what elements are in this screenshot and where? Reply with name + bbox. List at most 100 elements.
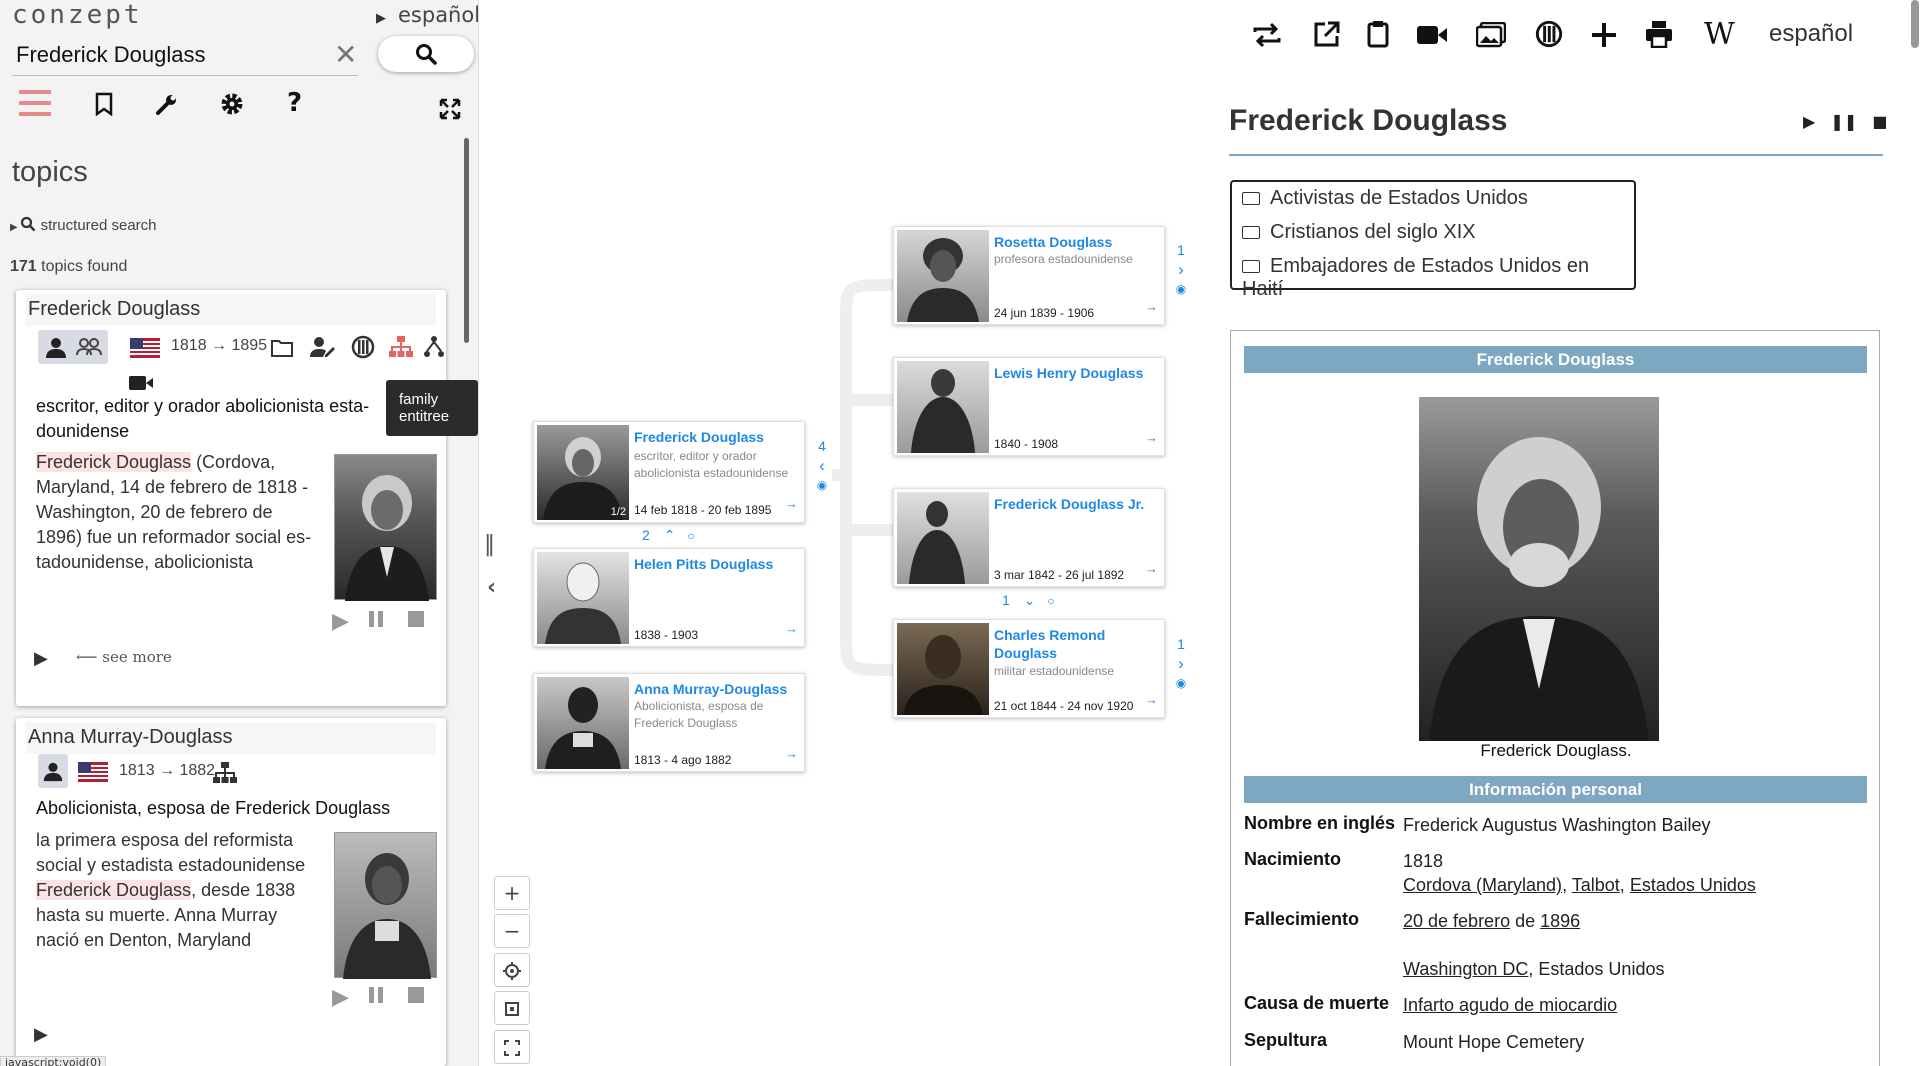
see-more-link[interactable]: ⟵ see more <box>76 648 172 666</box>
focus-icon[interactable]: ○ <box>1047 594 1054 608</box>
pause-icon[interactable] <box>367 986 385 1004</box>
external-link-icon[interactable] <box>1313 20 1341 48</box>
category-item[interactable]: Activistas de Estados Unidos <box>1242 187 1528 210</box>
photo-count-badge: 1/2 <box>610 506 626 518</box>
tree-node-child[interactable]: Charles Remond Douglass militar estadoun… <box>893 619 1165 718</box>
node-name[interactable]: Frederick Douglass Jr. <box>994 495 1159 513</box>
search-input[interactable] <box>12 36 322 74</box>
tree-node-spouse[interactable]: Anna Murray-Douglass Abolicionista, espo… <box>533 673 805 772</box>
collapse-children-icon[interactable]: ‹ <box>815 456 829 476</box>
help-icon[interactable]: ? <box>287 88 302 118</box>
infobox-link[interactable]: Washington DC <box>1403 959 1528 979</box>
tree-node-spouse[interactable]: Helen Pitts Douglass 1838 - 1903 → <box>533 548 805 647</box>
video-icon[interactable] <box>128 374 154 392</box>
wikipedia-icon[interactable]: W <box>1704 17 1735 52</box>
node-link-arrow[interactable]: → <box>1145 299 1158 314</box>
pause-icon[interactable]: ❚❚ <box>1830 112 1857 131</box>
topic-thumbnail[interactable] <box>334 454 437 601</box>
stop-icon[interactable] <box>407 986 425 1004</box>
topic-card-title[interactable]: Frederick Douglass <box>26 294 436 326</box>
zoom-out-button[interactable]: − <box>494 914 530 948</box>
topic-card-title[interactable]: Anna Murray-Douglass <box>26 722 436 754</box>
category-item[interactable]: Embajadores de Estados Unidos en Haití <box>1242 255 1634 301</box>
infobox-link[interactable]: Estados Unidos <box>1630 875 1756 895</box>
tree-node-child[interactable]: Lewis Henry Douglass 1840 - 1908 → <box>893 357 1165 456</box>
scrollbar[interactable] <box>464 138 469 343</box>
wikidata-icon[interactable] <box>1535 20 1563 48</box>
scrollbar[interactable] <box>1911 0 1919 48</box>
focus-icon[interactable]: ◉ <box>1174 676 1188 690</box>
focus-icon[interactable]: ◉ <box>815 478 829 492</box>
expand-children-icon[interactable]: › <box>1174 260 1188 280</box>
infobox-link[interactable]: 20 de febrero <box>1403 911 1510 931</box>
person-icon[interactable] <box>44 335 68 359</box>
stop-icon[interactable] <box>407 610 425 628</box>
expand-up-icon[interactable]: ⌃ <box>664 527 676 543</box>
node-name[interactable]: Helen Pitts Douglass <box>634 555 799 573</box>
left-split-handle[interactable]: ‖ <box>484 532 495 557</box>
language-selector[interactable]: ▶ español <box>376 3 478 27</box>
node-link-arrow[interactable]: → <box>785 496 798 511</box>
topic-thumbnail[interactable] <box>334 832 437 979</box>
node-link-arrow[interactable]: → <box>785 746 798 761</box>
hierarchy-icon[interactable] <box>212 762 238 784</box>
folder-icon[interactable] <box>270 338 294 358</box>
app-logo[interactable]: conzept <box>12 0 143 30</box>
tree-node-child[interactable]: Rosetta Douglass profesora estadounidens… <box>893 226 1165 325</box>
node-name[interactable]: Anna Murray-Douglass <box>634 680 799 698</box>
structured-search-toggle[interactable]: ▶ structured search <box>10 216 157 234</box>
node-name[interactable]: Frederick Douglass <box>634 428 799 446</box>
video-icon[interactable] <box>1416 24 1448 46</box>
play-icon[interactable]: ▶ <box>34 648 48 669</box>
infobox-link[interactable]: Infarto agudo de miocardio <box>1403 995 1617 1015</box>
search-button[interactable] <box>378 36 474 72</box>
wrench-icon[interactable] <box>155 92 179 116</box>
people-icon[interactable] <box>76 335 102 359</box>
collapse-left-icon[interactable]: ‹ <box>487 575 496 600</box>
fullscreen-button[interactable] <box>494 1030 530 1064</box>
tree-node-child[interactable]: Frederick Douglass Jr. 3 mar 1842 - 26 j… <box>893 488 1165 587</box>
node-link-arrow[interactable]: → <box>1145 692 1158 707</box>
clear-search-icon[interactable]: ✕ <box>334 38 357 71</box>
infobox-link[interactable]: Talbot <box>1572 875 1620 895</box>
print-icon[interactable] <box>1645 20 1673 48</box>
fullscreen-icon[interactable] <box>439 98 461 120</box>
node-link-arrow[interactable]: → <box>785 621 798 636</box>
expand-children-icon[interactable]: › <box>1174 654 1188 674</box>
pause-icon[interactable] <box>367 610 385 628</box>
infobox-link[interactable]: Cordova (Maryland) <box>1403 875 1562 895</box>
node-name[interactable]: Rosetta Douglass <box>994 233 1159 251</box>
fit-button[interactable] <box>494 991 530 1025</box>
menu-icon[interactable] <box>19 88 51 118</box>
stop-icon[interactable]: ■ <box>1872 112 1887 131</box>
zoom-in-button[interactable]: + <box>494 876 530 910</box>
expand-down-icon[interactable]: ⌄ <box>1024 592 1036 608</box>
hierarchy-icon[interactable] <box>423 335 445 359</box>
category-item[interactable]: Cristianos del siglo XIX <box>1242 221 1476 244</box>
play-icon[interactable]: ▶ <box>34 1024 48 1045</box>
gear-icon[interactable] <box>220 92 244 116</box>
person-icon[interactable] <box>42 760 64 782</box>
node-link-arrow[interactable]: → <box>1145 561 1158 576</box>
focus-icon[interactable]: ◉ <box>1174 282 1188 296</box>
node-name[interactable]: Lewis Henry Douglass <box>994 364 1159 382</box>
infobox-link[interactable]: 1896 <box>1540 911 1580 931</box>
play-icon[interactable]: ▶ <box>1803 112 1815 131</box>
add-icon[interactable] <box>1591 22 1617 48</box>
node-name[interactable]: Charles Remond Douglass <box>994 626 1159 662</box>
play-icon[interactable]: ▶ <box>332 608 349 633</box>
center-button[interactable] <box>494 953 530 987</box>
user-edit-icon[interactable] <box>310 335 336 359</box>
play-icon[interactable]: ▶ <box>332 984 349 1009</box>
node-link-arrow[interactable]: → <box>1145 430 1158 445</box>
tree-node-root[interactable]: 1/2 Frederick Douglass escritor, editor … <box>533 421 805 523</box>
swap-icon[interactable] <box>1251 22 1283 48</box>
focus-icon[interactable]: ○ <box>687 529 694 543</box>
clipboard-icon[interactable] <box>1367 20 1389 48</box>
right-language-label[interactable]: español <box>1769 20 1853 48</box>
wikidata-icon[interactable] <box>351 335 375 359</box>
images-icon[interactable] <box>1476 22 1506 48</box>
bookmark-icon[interactable] <box>94 92 114 116</box>
family-tree-icon[interactable] <box>388 335 414 359</box>
infobox-photo[interactable] <box>1419 397 1659 741</box>
